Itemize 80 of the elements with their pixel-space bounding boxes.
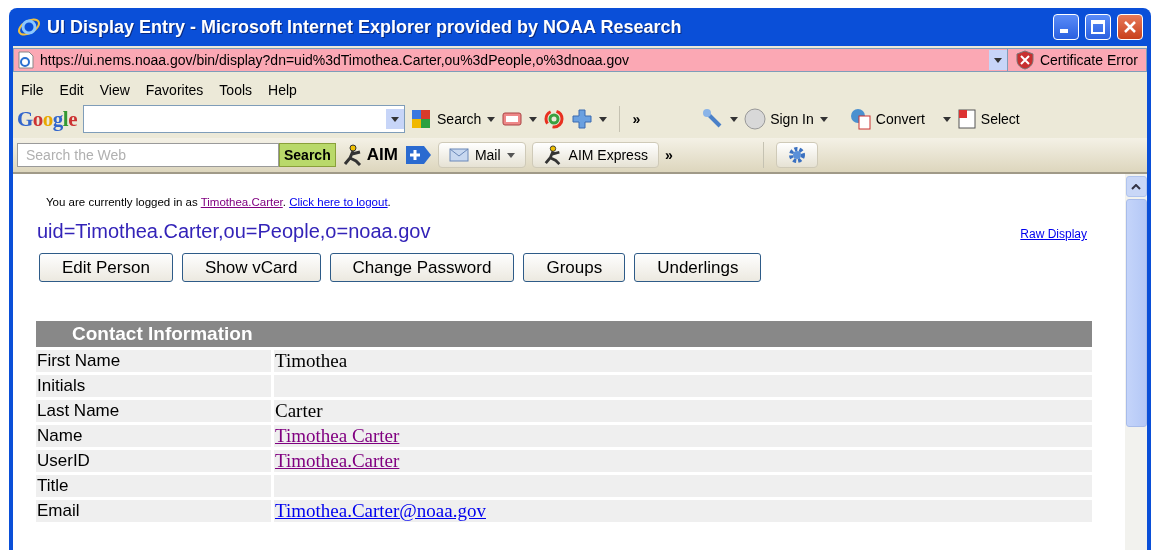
- sign-in-button[interactable]: Sign In: [744, 108, 814, 130]
- url-text: https://ui.nems.noaa.gov/bin/display?dn=uid%3dTimothea.Carter,ou%3dPeople,o%3dnoaa.gov: [40, 52, 631, 68]
- runner-icon: [542, 144, 563, 166]
- plus-icon[interactable]: [571, 108, 594, 130]
- user-link[interactable]: Timothea.Carter: [200, 196, 283, 208]
- envelope-icon: [448, 148, 469, 162]
- avatar-icon: [744, 108, 767, 130]
- more-button[interactable]: »: [664, 147, 673, 163]
- field-label: Initials: [36, 375, 274, 397]
- caret-icon[interactable]: [487, 116, 496, 122]
- caret-icon[interactable]: [730, 116, 739, 122]
- menu-item[interactable]: Tools: [211, 82, 261, 98]
- close-icon: [1123, 20, 1137, 34]
- action-button[interactable]: Underlings: [634, 253, 762, 282]
- field-label: UserID: [36, 450, 274, 472]
- raw-display-link[interactable]: Raw Display: [1020, 227, 1087, 241]
- maximize-icon: [1091, 20, 1105, 34]
- chevron-up-icon: [1131, 183, 1141, 190]
- login-message: You are currently logged in as Timothea.Carter. Click here to logout.: [46, 196, 392, 208]
- caret-icon[interactable]: [819, 116, 828, 122]
- maximize-button[interactable]: [1085, 14, 1111, 40]
- settings-button[interactable]: [775, 142, 818, 168]
- field-value: Timothea: [275, 350, 348, 371]
- email-link[interactable]: Timothea.Carter@noaa.gov: [275, 500, 486, 521]
- select-button[interactable]: Select: [956, 108, 1020, 130]
- menu-item[interactable]: Favorites: [137, 82, 212, 98]
- scroll-up-button[interactable]: [1125, 176, 1147, 197]
- menu-item[interactable]: Edit: [51, 82, 92, 98]
- field-label: First Name: [36, 350, 274, 372]
- search-button[interactable]: Search: [437, 111, 482, 127]
- window-title: UI Display Entry - Microsoft Internet Explorer provided by NOAA Research: [47, 16, 683, 38]
- chevron-down-icon[interactable]: [391, 116, 399, 122]
- chevron-down-icon[interactable]: [993, 57, 1002, 63]
- shield-icon: [1015, 50, 1034, 70]
- minimize-icon: [1060, 29, 1068, 33]
- settings-icon: [786, 145, 807, 165]
- caret-icon[interactable]: [942, 116, 951, 122]
- menu-item[interactable]: Help: [260, 82, 305, 98]
- dropdown-button[interactable]: [988, 50, 1007, 70]
- search-field[interactable]: [83, 105, 405, 133]
- convert-button[interactable]: Convert: [849, 108, 925, 130]
- caret-icon[interactable]: [529, 116, 538, 122]
- browser-logo-icon: [17, 15, 41, 39]
- action-button[interactable]: Groups: [523, 253, 626, 282]
- add-icon[interactable]: [403, 144, 432, 166]
- section-header: Contact Information: [36, 321, 1092, 347]
- globe-pdf-icon: [849, 108, 872, 130]
- visited-link[interactable]: Timothea Carter: [275, 425, 400, 446]
- search-button[interactable]: Search: [279, 143, 336, 167]
- field-label: Title: [36, 475, 274, 497]
- field-label: Last Name: [36, 400, 274, 422]
- entry-dn: uid=Timothea.Carter,ou=People,o=noaa.gov: [37, 220, 431, 243]
- web-search-field[interactable]: Search the Web: [17, 143, 279, 167]
- mail-button[interactable]: Mail: [437, 142, 526, 168]
- google-logo: Google: [17, 106, 77, 132]
- action-button[interactable]: Edit Person: [39, 253, 173, 282]
- document-icon: [956, 108, 977, 130]
- aim-logo: AIM: [341, 144, 398, 166]
- scrollbar[interactable]: [1125, 174, 1147, 550]
- aim-express-button[interactable]: AIM Express: [531, 142, 659, 168]
- menu-item[interactable]: File: [13, 82, 52, 98]
- address-field[interactable]: https://ui.nems.noaa.gov/bin/display?dn=uid%3dTimothea.Carter,ou%3dPeople,o%3dnoaa.gov: [13, 48, 1008, 72]
- action-button[interactable]: Change Password: [329, 253, 515, 282]
- field-label: Name: [36, 425, 274, 447]
- more-button[interactable]: »: [632, 111, 641, 127]
- field-value: Carter: [275, 400, 323, 421]
- visited-link[interactable]: Timothea.Carter: [275, 450, 400, 471]
- logout-link[interactable]: Click here to logout: [289, 196, 388, 208]
- certificate-error-button[interactable]: Certificate Error: [1007, 48, 1147, 72]
- close-button[interactable]: [1117, 14, 1143, 40]
- caret-icon[interactable]: [599, 116, 608, 122]
- menu-item[interactable]: View: [91, 82, 138, 98]
- page-icon: [18, 51, 34, 69]
- action-button[interactable]: Show vCard: [181, 253, 321, 282]
- minimize-button[interactable]: [1053, 14, 1079, 40]
- caret-icon: [506, 152, 515, 158]
- google-icon[interactable]: [411, 109, 431, 129]
- scroll-thumb[interactable]: [1125, 199, 1147, 427]
- field-label: Email: [36, 500, 274, 522]
- swirl-icon[interactable]: [543, 108, 566, 130]
